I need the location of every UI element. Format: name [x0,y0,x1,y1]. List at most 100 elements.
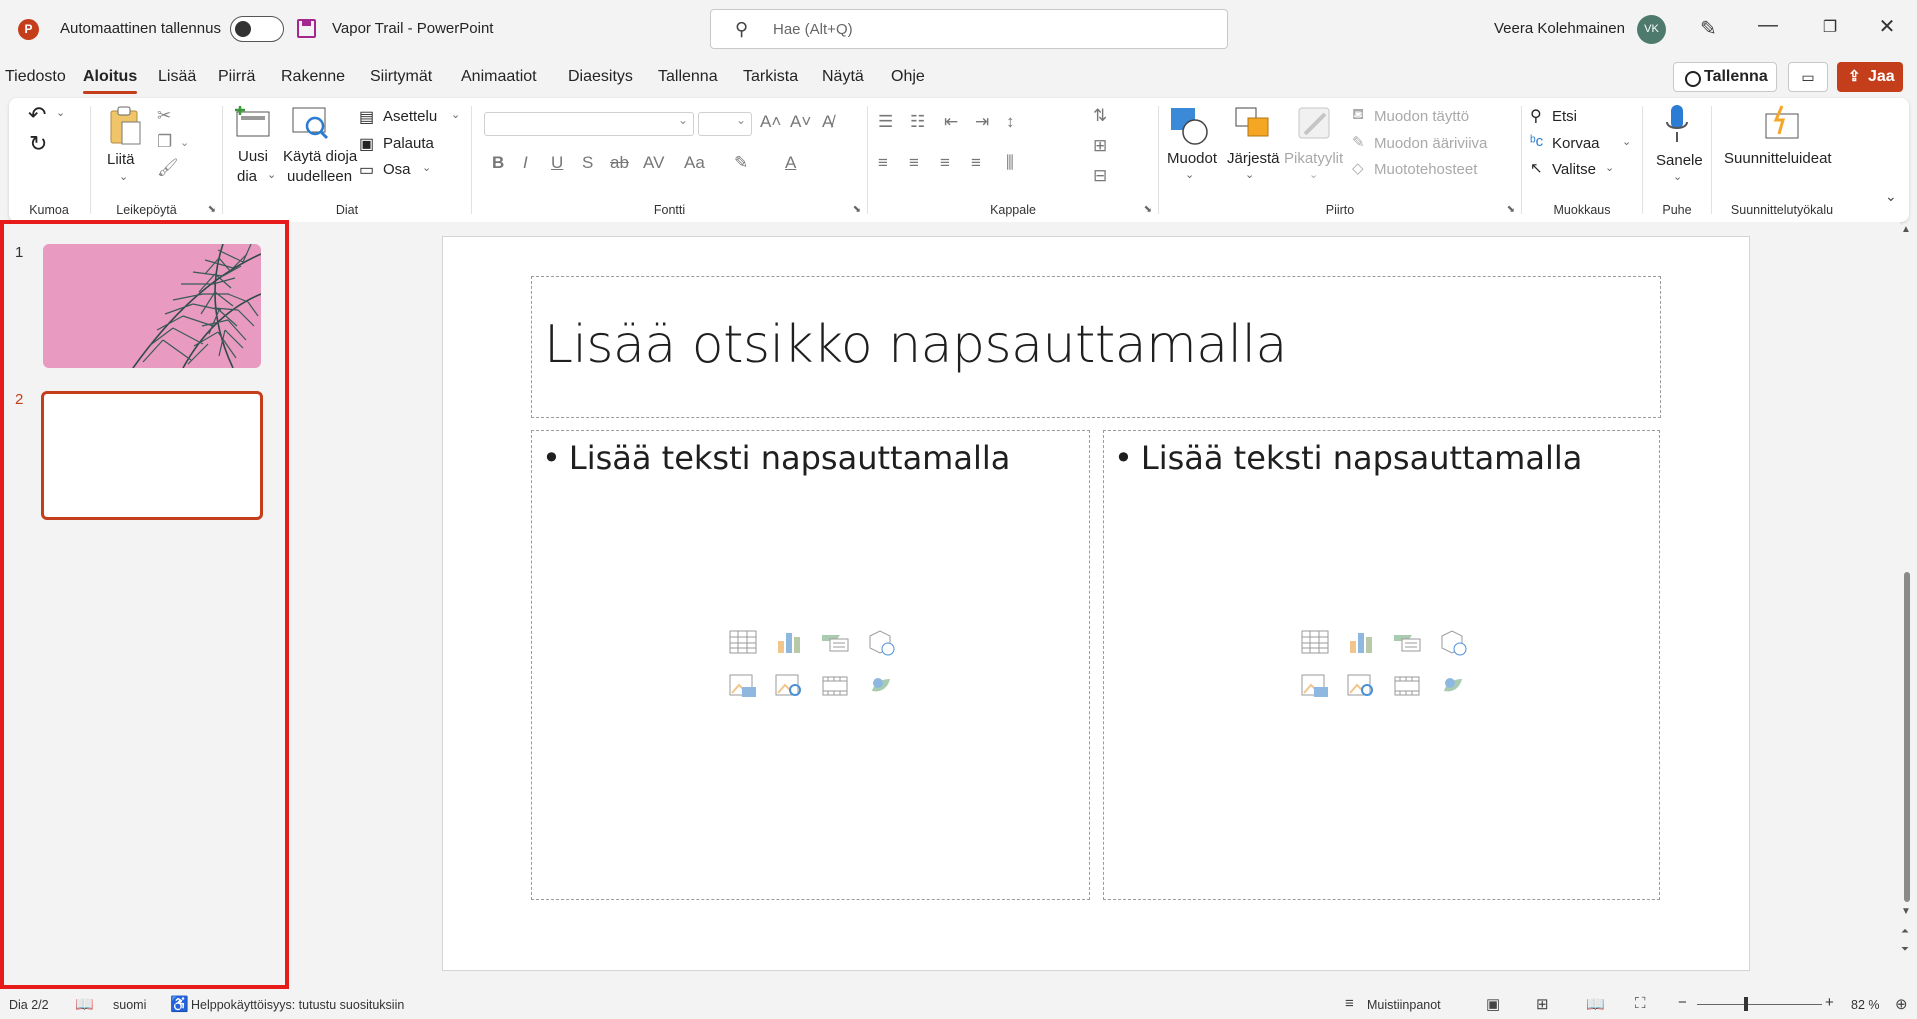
slide-thumbnail-1[interactable] [43,244,261,368]
arrange-dropdown-icon[interactable]: ⌄ [1245,168,1254,181]
quick-styles-icon[interactable] [1297,106,1337,146]
strikethrough-icon[interactable]: ab [610,153,629,173]
designer-ideas-label[interactable]: Suunnitteluideat [1724,150,1832,167]
decrease-indent-icon[interactable]: ⇤ [944,112,958,132]
tab-diaesitys[interactable]: Diaesitys [568,68,633,86]
justify-icon[interactable]: ≡ [971,153,981,173]
char-spacing-icon[interactable]: AV [643,153,664,173]
insert-picture-icon[interactable] [1300,671,1330,701]
accessibility-icon[interactable]: ♿ [170,995,189,1013]
insert-smartart-icon[interactable] [1392,627,1422,657]
slide-canvas[interactable]: Lisää otsikko napsauttamalla Lisää tekst… [442,236,1750,971]
pen-icon[interactable]: ✎ [1700,16,1717,41]
comments-button[interactable]: ▭ [1788,62,1828,92]
collapse-ribbon-icon[interactable]: ⌄ [1885,188,1897,205]
select-icon[interactable]: ↖ [1530,159,1543,177]
tab-piirra[interactable]: Piirrä [218,68,255,86]
scroll-down-icon[interactable]: ▼ [1901,906,1911,917]
insert-picture-icon[interactable] [728,671,758,701]
reuse-slides-label-2[interactable]: uudelleen [287,168,352,185]
tab-tarkista[interactable]: Tarkista [743,68,798,86]
search-input[interactable]: ⚲ Hae (Alt+Q) [710,9,1228,49]
reset-icon[interactable]: ▣ [359,134,374,154]
line-spacing-icon[interactable]: ↕ [1006,112,1015,132]
zoom-level[interactable]: 82 % [1851,998,1880,1012]
previous-slide-icon[interactable]: ⏶ [1901,926,1909,937]
restore-icon[interactable]: ❐ [1815,17,1845,37]
section-button[interactable]: Osa [383,161,411,178]
increase-font-icon[interactable]: A˄ [760,112,781,132]
shadow-icon[interactable]: S [582,153,593,173]
replace-button[interactable]: Korvaa [1552,135,1600,152]
reading-view-icon[interactable]: 📖 [1586,995,1605,1013]
select-dropdown-icon[interactable]: ⌄ [1605,161,1614,174]
slide-sorter-icon[interactable]: ⊞ [1536,995,1549,1013]
undo-icon[interactable]: ↶ [28,102,46,128]
minimize-icon[interactable]: — [1753,14,1783,37]
shape-fill-button[interactable]: Muodon täyttö [1374,108,1469,125]
notes-button[interactable]: Muistiinpanot [1367,998,1441,1012]
drawing-launcher-icon[interactable]: ⬊ [1507,204,1515,215]
font-color-icon[interactable]: A [785,153,796,173]
layout-dropdown-icon[interactable]: ⌄ [451,108,460,121]
insert-smartart-icon[interactable] [820,627,850,657]
smartart-icon[interactable]: ⊟ [1093,166,1107,186]
reuse-slides-label-1[interactable]: Käytä dioja [283,148,357,165]
new-slide-dropdown-icon[interactable]: ⌄ [267,168,276,181]
shape-outline-button[interactable]: Muodon ääriviiva [1374,135,1487,152]
scrollbar-thumb[interactable] [1904,572,1910,902]
scroll-up-icon[interactable]: ▲ [1901,224,1911,235]
shapes-label[interactable]: Muodot [1167,150,1217,167]
next-slide-icon[interactable]: ⏷ [1901,944,1909,955]
insert-table-icon[interactable] [728,627,758,657]
new-slide-label-2[interactable]: dia [237,168,257,185]
shapes-icon[interactable] [1169,106,1209,146]
spelling-check-icon[interactable]: 📖 [75,995,94,1013]
normal-view-icon[interactable]: ▣ [1486,995,1500,1013]
zoom-in-icon[interactable]: + [1825,994,1834,1011]
shape-fill-icon[interactable]: ⛾ [1352,106,1364,125]
notes-icon[interactable]: ≡ [1345,995,1354,1012]
quick-styles-dropdown-icon[interactable]: ⌄ [1309,168,1318,181]
slide-show-icon[interactable]: ⛶ [1635,995,1646,1012]
clipboard-launcher-icon[interactable]: ⬊ [208,204,216,215]
underline-icon[interactable]: U [551,153,563,173]
arrange-label[interactable]: Järjestä [1227,150,1280,167]
content-placeholder-left[interactable]: Lisää teksti napsauttamalla [531,430,1090,900]
select-button[interactable]: Valitse [1552,161,1596,178]
highlight-icon[interactable]: ✎ [734,153,748,173]
shape-outline-icon[interactable]: ✎ [1352,133,1365,151]
numbering-icon[interactable]: ☷ [910,112,925,132]
new-slide-icon[interactable] [233,106,271,138]
cut-icon[interactable]: ✂ [157,106,171,126]
font-size-select[interactable] [698,112,752,136]
reuse-slides-icon[interactable] [291,106,331,142]
copy-dropdown-icon[interactable]: ⌄ [180,136,189,149]
tab-tiedosto[interactable]: Tiedosto [5,68,66,86]
new-slide-label-1[interactable]: Uusi [238,148,268,165]
zoom-slider[interactable] [1697,1004,1822,1005]
avatar[interactable]: VK [1637,15,1666,44]
copy-icon[interactable]: ❐ [157,132,172,152]
shape-effects-icon[interactable]: ◇ [1352,159,1364,177]
title-placeholder[interactable]: Lisää otsikko napsauttamalla [531,276,1661,418]
columns-icon[interactable]: ⫼ [1006,153,1014,173]
insert-chart-icon[interactable] [774,627,804,657]
dictate-dropdown-icon[interactable]: ⌄ [1673,170,1682,183]
designer-icon[interactable] [1762,104,1802,142]
undo-dropdown-icon[interactable]: ⌄ [56,106,65,119]
close-icon[interactable]: ✕ [1872,14,1902,39]
reset-button[interactable]: Palauta [383,135,434,152]
paragraph-launcher-icon[interactable]: ⬊ [1144,204,1152,215]
change-case-icon[interactable]: Aa [684,153,705,173]
bold-icon[interactable]: B [492,153,504,173]
replace-dropdown-icon[interactable]: ⌄ [1622,135,1631,148]
align-text-icon[interactable]: ⊞ [1093,136,1107,156]
paste-icon[interactable] [108,106,142,146]
tab-tallenna[interactable]: Tallenna [658,68,718,86]
section-dropdown-icon[interactable]: ⌄ [422,161,431,174]
paste-dropdown-icon[interactable]: ⌄ [119,170,128,183]
tab-nayta[interactable]: Näytä [822,68,864,86]
insert-stock-images-icon[interactable] [774,671,804,701]
insert-icons-icon[interactable] [866,671,896,701]
